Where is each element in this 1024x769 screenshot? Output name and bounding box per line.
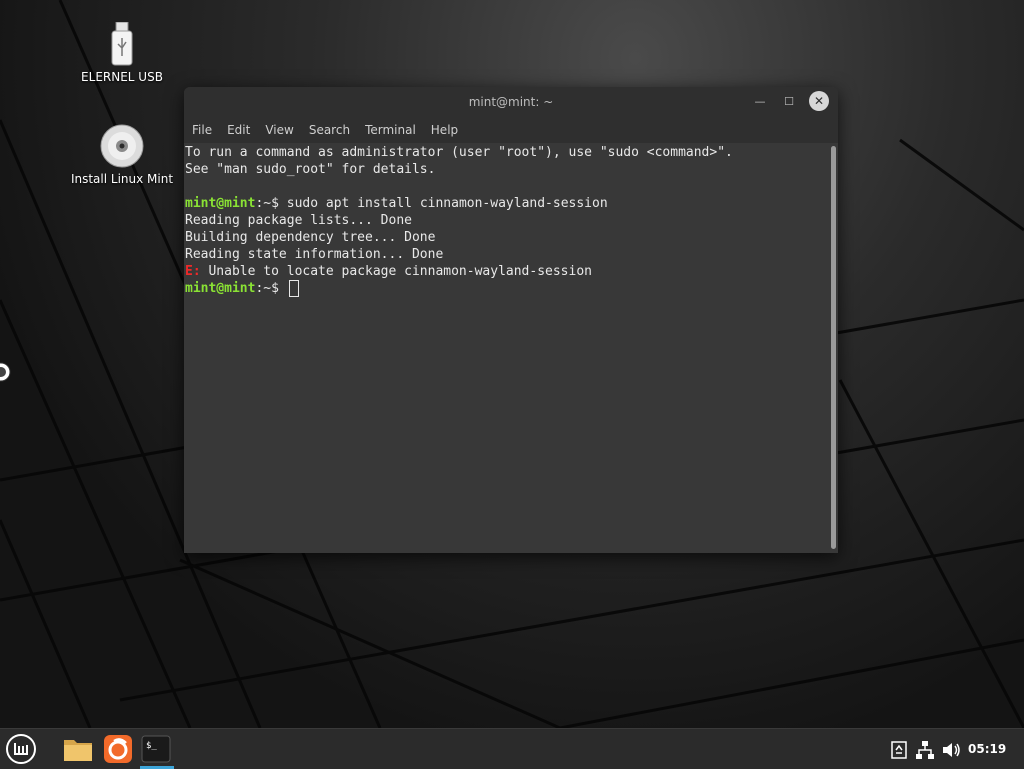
terminal-line: To run a command as administrator (user … [185, 145, 733, 160]
usb-drive-icon [111, 22, 133, 66]
show-desktop-icon[interactable] [888, 739, 910, 761]
terminal-line: Reading package lists... Done [185, 213, 412, 228]
menu-view[interactable]: View [257, 117, 300, 137]
terminal-line: Reading state information... Done [185, 247, 444, 262]
taskbar: $_ 05:19 [0, 728, 1024, 769]
firefox-icon[interactable] [102, 733, 134, 765]
terminal-line: See "man sudo_root" for details. [185, 162, 436, 177]
edge-widget-icon[interactable] [0, 361, 12, 383]
prompt-path: :~$ [255, 196, 287, 211]
close-button[interactable]: ✕ [809, 91, 829, 111]
desktop-icon-install-mint[interactable]: Install Linux Mint [62, 124, 182, 186]
window-title: mint@mint: ~ [468, 95, 554, 109]
maximize-button[interactable]: ☐ [780, 93, 798, 111]
volume-icon[interactable] [940, 739, 962, 761]
mint-menu-icon[interactable] [5, 733, 37, 765]
error-tag: E: [185, 264, 201, 279]
network-icon[interactable] [914, 739, 936, 761]
prompt-user: mint@mint [185, 281, 256, 296]
prompt-user: mint@mint [185, 196, 256, 211]
terminal-error-line: E: Unable to locate package cinnamon-way… [184, 263, 828, 280]
menu-file[interactable]: File [184, 117, 219, 137]
error-message: Unable to locate package cinnamon-waylan… [200, 264, 592, 279]
terminal-scrollbar[interactable] [828, 144, 838, 553]
terminal-icon: $_ [141, 735, 171, 763]
disc-icon [100, 124, 144, 168]
text-cursor [288, 280, 299, 297]
scrollbar-thumb[interactable] [831, 146, 836, 549]
desktop-icon-label: Install Linux Mint [70, 172, 174, 186]
svg-text:$_: $_ [146, 741, 157, 751]
menu-terminal[interactable]: Terminal [357, 117, 423, 137]
terminal-prompt-line: mint@mint:~$ [184, 280, 828, 297]
terminal-window[interactable]: mint@mint: ~ — ☐ ✕ File Edit View Search Ter… [184, 87, 838, 553]
clock[interactable]: 05:19 [968, 742, 1006, 756]
menu-bar: File Edit View Search Terminal Help [184, 117, 838, 143]
files-icon[interactable] [62, 733, 94, 765]
terminal-command-line: mint@mint:~$ sudo apt install cinnamon-w… [184, 195, 828, 212]
menu-help[interactable]: Help [423, 117, 465, 137]
prompt-path: :~$ [255, 281, 287, 296]
menu-search[interactable]: Search [301, 117, 357, 137]
desktop-icon-label: ELERNEL USB [81, 70, 163, 84]
minimize-button[interactable]: — [751, 93, 769, 111]
terminal-output[interactable]: To run a command as administrator (user … [184, 144, 828, 553]
terminal-line: Building dependency tree... Done [185, 230, 436, 245]
command-text: sudo apt install cinnamon-wayland-sessio… [286, 196, 608, 211]
desktop-icon-usb[interactable]: ELERNEL USB [62, 22, 182, 84]
terminal-taskbar-button[interactable]: $_ [140, 733, 174, 769]
window-titlebar[interactable]: mint@mint: ~ — ☐ ✕ [184, 87, 838, 117]
menu-edit[interactable]: Edit [219, 117, 257, 137]
